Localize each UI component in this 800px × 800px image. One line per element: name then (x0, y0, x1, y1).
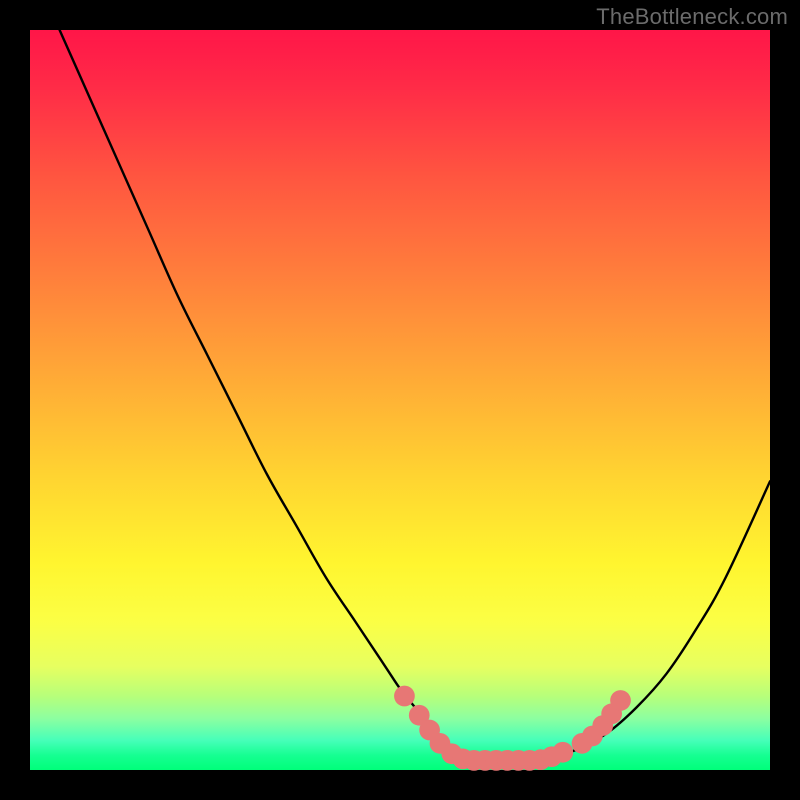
curve-markers (394, 686, 631, 771)
curve-marker (610, 690, 631, 711)
plot-area (30, 30, 770, 770)
curve-svg (30, 30, 770, 770)
chart-frame: TheBottleneck.com (0, 0, 800, 800)
curve-marker (552, 742, 573, 763)
bottleneck-curve (60, 30, 770, 761)
watermark-text: TheBottleneck.com (596, 4, 788, 30)
curve-marker (394, 686, 415, 707)
